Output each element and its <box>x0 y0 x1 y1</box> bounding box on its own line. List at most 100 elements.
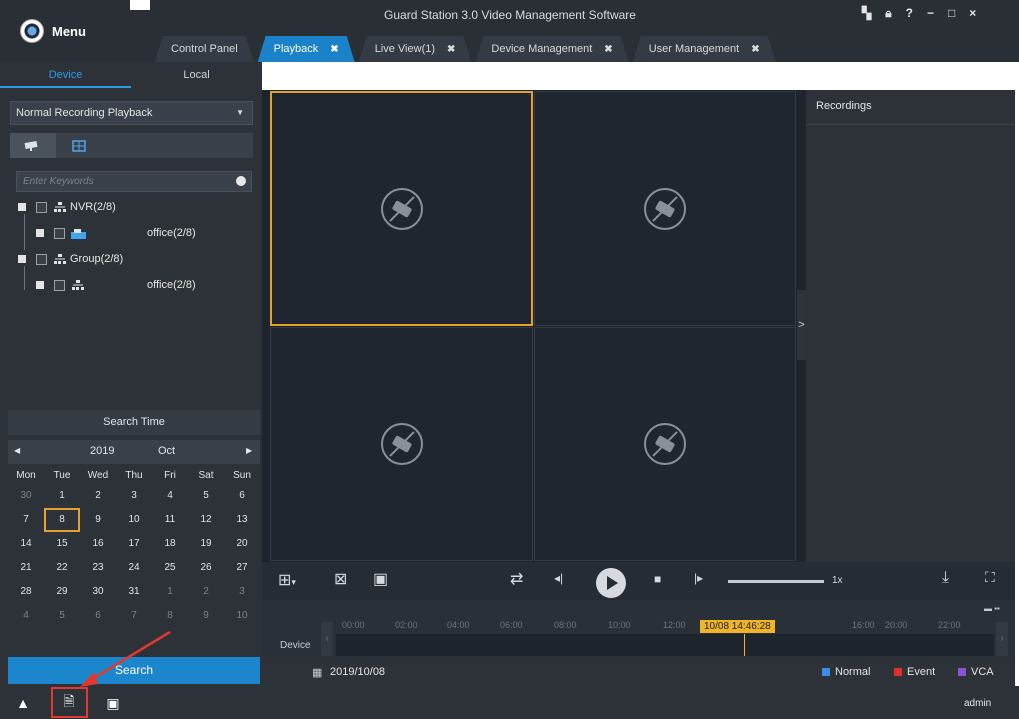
timeline-cursor[interactable]: 10/08 14:46:28 <box>700 620 775 633</box>
step-forward-icon[interactable]: |▸ <box>694 571 703 585</box>
checkbox[interactable] <box>54 279 65 291</box>
calendar-day[interactable]: 4 <box>152 484 188 508</box>
calendar-day[interactable]: 8 <box>152 604 188 628</box>
calendar-day[interactable]: 5 <box>188 484 224 508</box>
calendar-day[interactable]: 21 <box>8 556 44 580</box>
calendar-day[interactable]: 12 <box>188 508 224 532</box>
calendar-day[interactable]: 2 <box>188 580 224 604</box>
calendar-day[interactable]: 17 <box>116 532 152 556</box>
recordings-toggle[interactable]: > <box>797 290 806 360</box>
search-icon[interactable] <box>236 176 246 186</box>
checkbox[interactable] <box>36 201 47 213</box>
calendar-day[interactable]: 3 <box>116 484 152 508</box>
tab-device-management[interactable]: Device Management ✖ <box>475 36 628 62</box>
split-layout-icon[interactable]: ⊞▾ <box>278 570 296 590</box>
layout-icon[interactable]: ▚ <box>862 6 871 21</box>
snapshot-icon[interactable]: ▣ <box>373 569 388 589</box>
calendar-day[interactable]: 19 <box>188 532 224 556</box>
calendar-day[interactable]: 1 <box>152 580 188 604</box>
playback-mode-select[interactable]: Normal Recording Playback ▼ <box>10 101 253 125</box>
checkbox[interactable] <box>54 227 65 239</box>
calendar-day[interactable]: 14 <box>8 532 44 556</box>
calendar-day[interactable]: 2 <box>80 484 116 508</box>
calendar-day[interactable]: 31 <box>116 580 152 604</box>
calendar-day[interactable]: 4 <box>8 604 44 628</box>
calendar-day[interactable]: 13 <box>224 508 260 532</box>
tab-user-management[interactable]: User Management ✖ <box>633 36 776 62</box>
video-pane-3[interactable] <box>270 327 533 561</box>
timeline-next-icon[interactable]: › <box>996 622 1008 656</box>
calendar-day[interactable]: 3 <box>224 580 260 604</box>
download-icon[interactable]: ⤓ <box>942 569 949 587</box>
tree-node-office[interactable]: office(2/8) <box>36 275 196 295</box>
speed-slider[interactable] <box>728 580 824 583</box>
calendar-day[interactable]: 11 <box>152 508 188 532</box>
calendar-day[interactable]: 6 <box>224 484 260 508</box>
calendar-day[interactable]: 9 <box>80 508 116 532</box>
close-icon[interactable]: ✖ <box>751 44 759 55</box>
video-pane-1[interactable] <box>270 91 533 326</box>
close-icon[interactable]: ✖ <box>447 44 455 55</box>
calendar-day[interactable]: 7 <box>116 604 152 628</box>
close-icon[interactable]: ✖ <box>604 44 612 55</box>
collapse-icon[interactable] <box>18 255 26 263</box>
calendar-day[interactable]: 18 <box>152 532 188 556</box>
minimize-button[interactable]: − <box>927 6 934 21</box>
video-pane-2[interactable] <box>534 91 796 326</box>
calendar-year[interactable]: 2019 <box>90 445 114 457</box>
camera-view-toggle[interactable] <box>10 133 56 158</box>
checkbox[interactable] <box>36 253 47 265</box>
expand-icon[interactable] <box>36 229 44 237</box>
tab-control-panel[interactable]: Control Panel <box>155 36 254 62</box>
calendar-day[interactable]: 9 <box>188 604 224 628</box>
tab-local[interactable]: Local <box>131 62 262 88</box>
close-icon[interactable]: ✖ <box>330 44 338 55</box>
menu-button[interactable]: Menu <box>6 2 136 60</box>
expand-icon[interactable] <box>36 281 44 289</box>
tree-node-group[interactable]: Group(2/8) <box>18 249 123 269</box>
close-button[interactable]: × <box>969 6 976 21</box>
tree-node-nvr[interactable]: NVR(2/8) <box>18 197 116 217</box>
calendar-day[interactable]: 28 <box>8 580 44 604</box>
calendar-day[interactable]: 25 <box>152 556 188 580</box>
prev-month-icon[interactable]: ◀ <box>14 446 20 455</box>
tab-playback[interactable]: Playback ✖ <box>258 36 355 62</box>
calendar-day[interactable]: 24 <box>116 556 152 580</box>
calendar-day[interactable]: 22 <box>44 556 80 580</box>
calendar-day[interactable]: 29 <box>44 580 80 604</box>
tab-live-view[interactable]: Live View(1) ✖ <box>359 36 472 62</box>
calendar-day[interactable]: 1 <box>44 484 80 508</box>
calendar-day[interactable]: 10 <box>116 508 152 532</box>
close-all-icon[interactable]: ⊠ <box>334 569 347 589</box>
fullscreen-icon[interactable]: ⛶ <box>985 569 995 586</box>
calendar-day[interactable]: 20 <box>224 532 260 556</box>
calendar-day[interactable]: 6 <box>80 604 116 628</box>
calendar-day[interactable]: 16 <box>80 532 116 556</box>
calendar-day[interactable]: 10 <box>224 604 260 628</box>
record-icon[interactable]: ▣ <box>102 693 124 713</box>
calendar-day[interactable]: 8 <box>44 508 80 532</box>
sync-icon[interactable]: ⇄ <box>510 569 523 589</box>
step-back-icon[interactable]: ◂| <box>554 571 563 585</box>
calendar-month[interactable]: Oct <box>158 445 175 457</box>
timeline-track[interactable] <box>336 634 994 656</box>
maximize-button[interactable]: □ <box>948 6 955 21</box>
keyword-search-input[interactable]: Enter Keywords <box>16 171 252 192</box>
grid-view-toggle[interactable] <box>56 133 102 158</box>
collapse-icon[interactable] <box>18 203 26 211</box>
help-icon[interactable]: ? <box>906 6 913 21</box>
lock-icon[interactable]: 🔒︎ <box>885 6 891 21</box>
next-month-icon[interactable]: ▶ <box>246 446 252 455</box>
alarm-icon[interactable]: ▲ <box>12 693 34 713</box>
calendar-day[interactable]: 30 <box>8 484 44 508</box>
calendar-day[interactable]: 23 <box>80 556 116 580</box>
calendar-day[interactable]: 26 <box>188 556 224 580</box>
calendar-day[interactable]: 7 <box>8 508 44 532</box>
calendar-day[interactable]: 27 <box>224 556 260 580</box>
play-button[interactable] <box>596 568 626 598</box>
calendar-day[interactable]: 5 <box>44 604 80 628</box>
tree-node-office[interactable]: office(2/8) <box>36 223 196 243</box>
stop-icon[interactable]: ■ <box>654 572 661 586</box>
tab-device[interactable]: Device <box>0 62 131 88</box>
timeline-prev-icon[interactable]: ‹ <box>321 622 333 656</box>
